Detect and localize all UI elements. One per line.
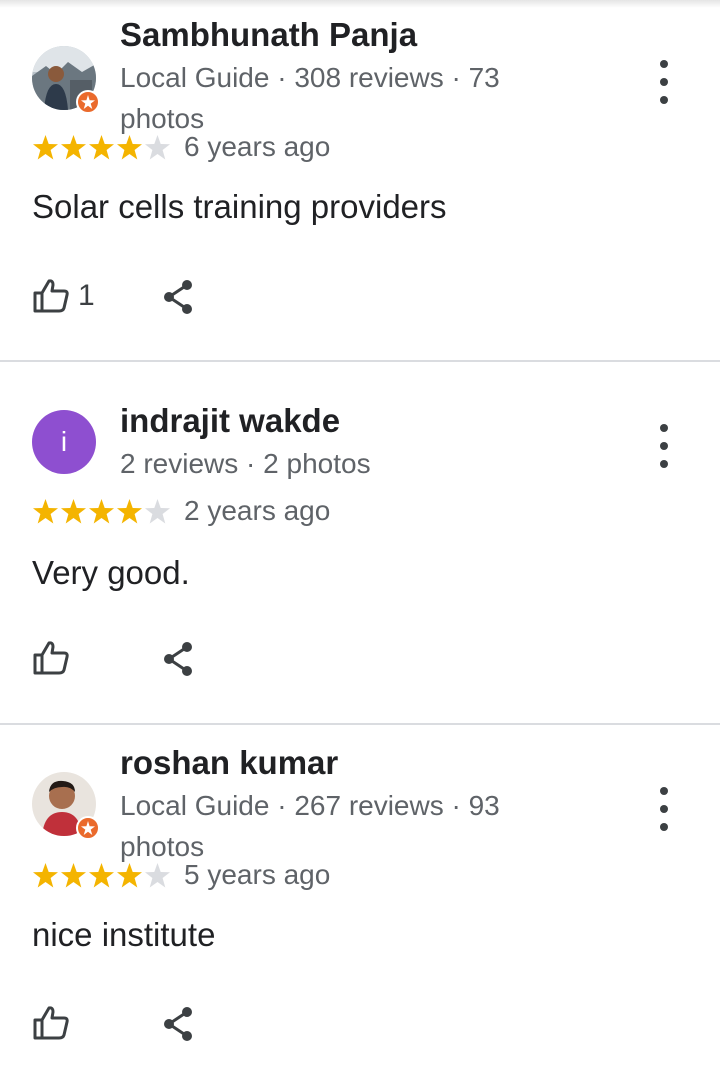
local-guide-badge-icon <box>76 816 100 840</box>
like-count: 1 <box>78 279 95 312</box>
star-filled-icon <box>61 863 86 888</box>
reviewer-meta: Local Guide · 308 reviews · 73 photos <box>120 62 500 134</box>
review-time: 6 years ago <box>184 131 331 162</box>
avatar-letter: i <box>60 426 68 457</box>
reviewer-name[interactable]: roshan kumar <box>120 744 338 782</box>
star-empty-icon <box>145 863 170 888</box>
star-filled-icon <box>61 135 86 160</box>
star-filled-icon <box>117 499 142 524</box>
star-filled-icon <box>33 863 58 888</box>
review-card: roshan kumar Local Guide · 267 reviews ·… <box>0 726 720 1079</box>
star-filled-icon <box>33 135 58 160</box>
like-button[interactable] <box>32 640 78 676</box>
reviewer-meta: 2 reviews · 2 photos <box>120 448 371 479</box>
like-button[interactable] <box>32 1005 78 1041</box>
share-button[interactable] <box>160 1006 196 1042</box>
thumbs-up-icon <box>33 279 69 313</box>
review-card: i indrajit wakde 2 reviews · 2 photos 2 … <box>0 363 720 725</box>
divider <box>0 360 720 362</box>
review-time: 5 years ago <box>184 859 331 890</box>
like-button[interactable]: 1 <box>32 278 95 314</box>
thumbs-up-icon <box>33 641 69 675</box>
share-icon <box>164 1007 192 1041</box>
reviewer-name[interactable]: Sambhunath Panja <box>120 16 417 54</box>
reviewer-meta: Local Guide · 267 reviews · 93 photos <box>120 790 500 862</box>
star-filled-icon <box>89 135 114 160</box>
star-empty-icon <box>145 499 170 524</box>
divider <box>0 723 720 725</box>
reviewer-avatar[interactable] <box>32 772 100 840</box>
share-button[interactable] <box>160 641 196 677</box>
review-card: Sambhunath Panja Local Guide · 308 revie… <box>0 0 720 362</box>
star-filled-icon <box>117 135 142 160</box>
review-text: Solar cells training providers <box>32 188 447 225</box>
star-filled-icon <box>117 863 142 888</box>
share-icon <box>164 280 192 314</box>
review-text: nice institute <box>32 916 216 953</box>
review-time: 2 years ago <box>184 495 331 526</box>
star-filled-icon <box>33 499 58 524</box>
reviewer-avatar[interactable] <box>32 46 100 114</box>
star-rating <box>32 498 171 525</box>
star-empty-icon <box>145 135 170 160</box>
more-vert-icon[interactable] <box>644 424 684 468</box>
share-icon <box>164 642 192 676</box>
thumbs-up-icon <box>33 1006 69 1040</box>
star-filled-icon <box>89 499 114 524</box>
share-button[interactable] <box>160 279 196 315</box>
reviewer-name[interactable]: indrajit wakde <box>120 402 340 440</box>
review-text: Very good. <box>32 554 190 591</box>
star-rating <box>32 134 171 161</box>
local-guide-badge-icon <box>76 90 100 114</box>
reviewer-avatar[interactable]: i <box>32 410 96 474</box>
star-filled-icon <box>61 499 86 524</box>
more-vert-icon[interactable] <box>644 60 684 104</box>
star-rating <box>32 862 171 889</box>
star-filled-icon <box>89 863 114 888</box>
more-vert-icon[interactable] <box>644 787 684 831</box>
